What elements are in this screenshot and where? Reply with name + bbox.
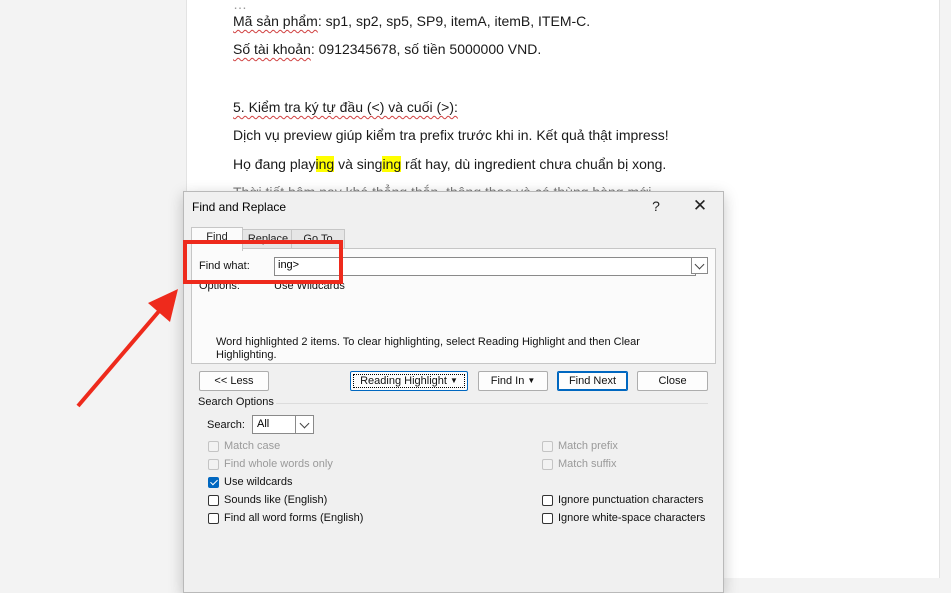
annotation-arrow-icon: [76, 289, 178, 408]
arrow-shaft: [76, 308, 162, 408]
